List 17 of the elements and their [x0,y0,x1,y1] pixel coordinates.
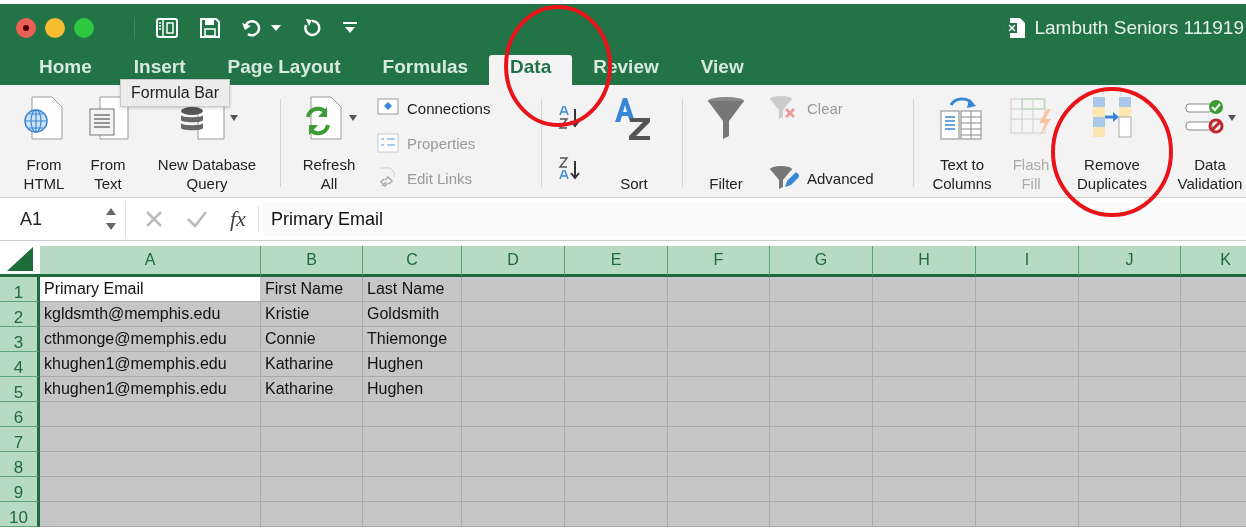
table-cell: Hughen [363,352,462,377]
window-title: Lambuth Seniors 111919 [1034,17,1244,39]
table-cell: First Name [261,277,363,302]
table-cell: Thiemonge [363,327,462,352]
tooltip: Formula Bar [120,79,231,107]
table-cell: Hughen [363,377,462,402]
table-cell: kgldsmth@memphis.edu [40,302,261,327]
table-cell: cthmonge@memphis.edu [40,327,261,352]
table-cell: Katharine [261,377,363,402]
table-cell: Kristie [261,302,363,327]
table-cell: khughen1@memphis.edu [40,377,261,402]
table-cell: Katharine [261,352,363,377]
table-cell: Connie [261,327,363,352]
table-cell: khughen1@memphis.edu [40,352,261,377]
table-cell: Last Name [363,277,462,302]
table-cell: Primary Email [40,277,261,302]
table-cell: Goldsmith [363,302,462,327]
